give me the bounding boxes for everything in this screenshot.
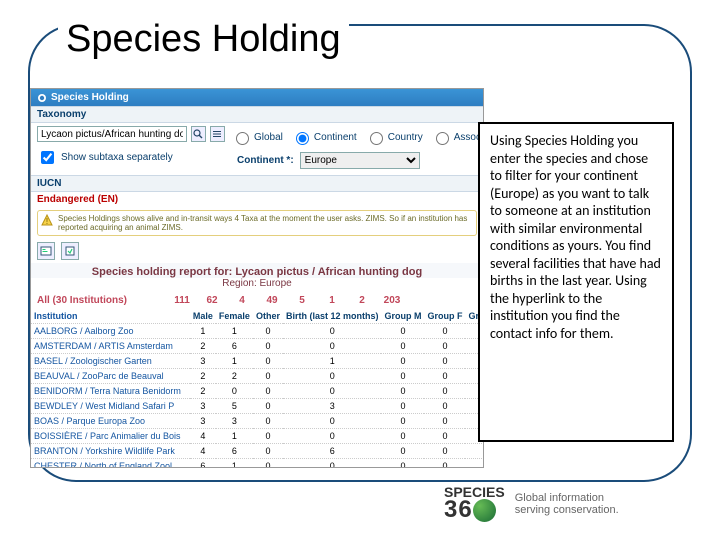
report-title: Species holding report for: Lycaon pictu… xyxy=(31,263,483,278)
app-icon xyxy=(37,93,47,103)
institution-link[interactable]: AMSTERDAM / ARTIS Amsterdam xyxy=(31,339,190,354)
table-row: AALBORG / Aalborg Zoo11000002 xyxy=(31,324,484,339)
taxonomy-section-header: Taxonomy xyxy=(31,106,483,123)
scope-country-radio[interactable] xyxy=(370,132,383,145)
table-row: BEWDLEY / West Midland Safari P35030008 xyxy=(31,399,484,414)
footer-logo: SPECIES 36 Global information serving co… xyxy=(444,486,619,522)
svg-text:!: ! xyxy=(46,217,48,226)
window-title: Species Holding xyxy=(51,92,129,103)
institution-link[interactable]: BEAUVAL / ZooParc de Beauval xyxy=(31,369,190,384)
continent-label: Continent *: xyxy=(237,155,294,166)
search-button[interactable] xyxy=(191,126,206,142)
institution-link[interactable]: BEWDLEY / West Midland Safari P xyxy=(31,399,190,414)
table-row: BASEL / Zoologischer Garten31010004 xyxy=(31,354,484,369)
institution-link[interactable]: BENIDORM / Terra Natura Benidorm xyxy=(31,384,190,399)
institution-link[interactable]: AALBORG / Aalborg Zoo xyxy=(31,324,190,339)
institution-link[interactable]: BOAS / Parque Europa Zoo xyxy=(31,414,190,429)
explanation-callout: Using Species Holding you enter the spec… xyxy=(478,122,674,442)
show-subtaxa-label: Show subtaxa separately xyxy=(61,152,173,163)
table-row: AMSTERDAM / ARTIS Amsterdam26000008 xyxy=(31,339,484,354)
table-row: BENIDORM / Terra Natura Benidorm20000002 xyxy=(31,384,484,399)
table-row: CHESTER / North of England Zool61000007 xyxy=(31,459,484,469)
taxonomy-search-input[interactable] xyxy=(37,126,187,142)
table-row: BOISSIÈRE / Parc Animalier du Bois410000… xyxy=(31,429,484,444)
run-report-button[interactable] xyxy=(37,242,55,260)
config-button[interactable] xyxy=(210,126,225,142)
institution-link[interactable]: BOISSIÈRE / Parc Animalier du Bois xyxy=(31,429,190,444)
iucn-status: Endangered (EN) xyxy=(31,192,483,207)
slide-title: Species Holding xyxy=(58,18,349,61)
report-region: Region: Europe xyxy=(31,278,483,292)
warning-icon: ! xyxy=(41,214,53,228)
table-header-row: InstitutionMaleFemaleOtherBirth (last 12… xyxy=(31,309,484,324)
scope-global-radio[interactable] xyxy=(236,132,249,145)
export-button[interactable] xyxy=(61,242,79,260)
show-subtaxa-checkbox[interactable] xyxy=(41,151,54,164)
scope-association-radio[interactable] xyxy=(436,132,449,145)
globe-icon xyxy=(473,499,496,522)
warning-text: Species Holdings shows alive and in-tran… xyxy=(58,214,473,232)
iucn-section-header: IUCN xyxy=(31,175,483,192)
holdings-table: InstitutionMaleFemaleOtherBirth (last 12… xyxy=(31,309,484,468)
continent-select[interactable]: Europe xyxy=(300,152,420,169)
totals-row: All (30 Institutions) 111 62 4 49 5 1 2 … xyxy=(31,292,483,309)
scope-continent-radio[interactable] xyxy=(296,132,309,145)
table-row: BOAS / Parque Europa Zoo33000006 xyxy=(31,414,484,429)
table-row: BRANTON / Yorkshire Wildlife Park4606000… xyxy=(31,444,484,459)
institution-link[interactable]: BASEL / Zoologischer Garten xyxy=(31,354,190,369)
window-titlebar: Species Holding xyxy=(31,89,483,106)
species-holding-window: Species Holding Taxonomy Show subtaxa se… xyxy=(30,88,484,468)
institution-link[interactable]: CHESTER / North of England Zool xyxy=(31,459,190,469)
table-row: BEAUVAL / ZooParc de Beauval22000004 xyxy=(31,369,484,384)
institution-link[interactable]: BRANTON / Yorkshire Wildlife Park xyxy=(31,444,190,459)
warning-banner: ! Species Holdings shows alive and in-tr… xyxy=(37,210,477,236)
